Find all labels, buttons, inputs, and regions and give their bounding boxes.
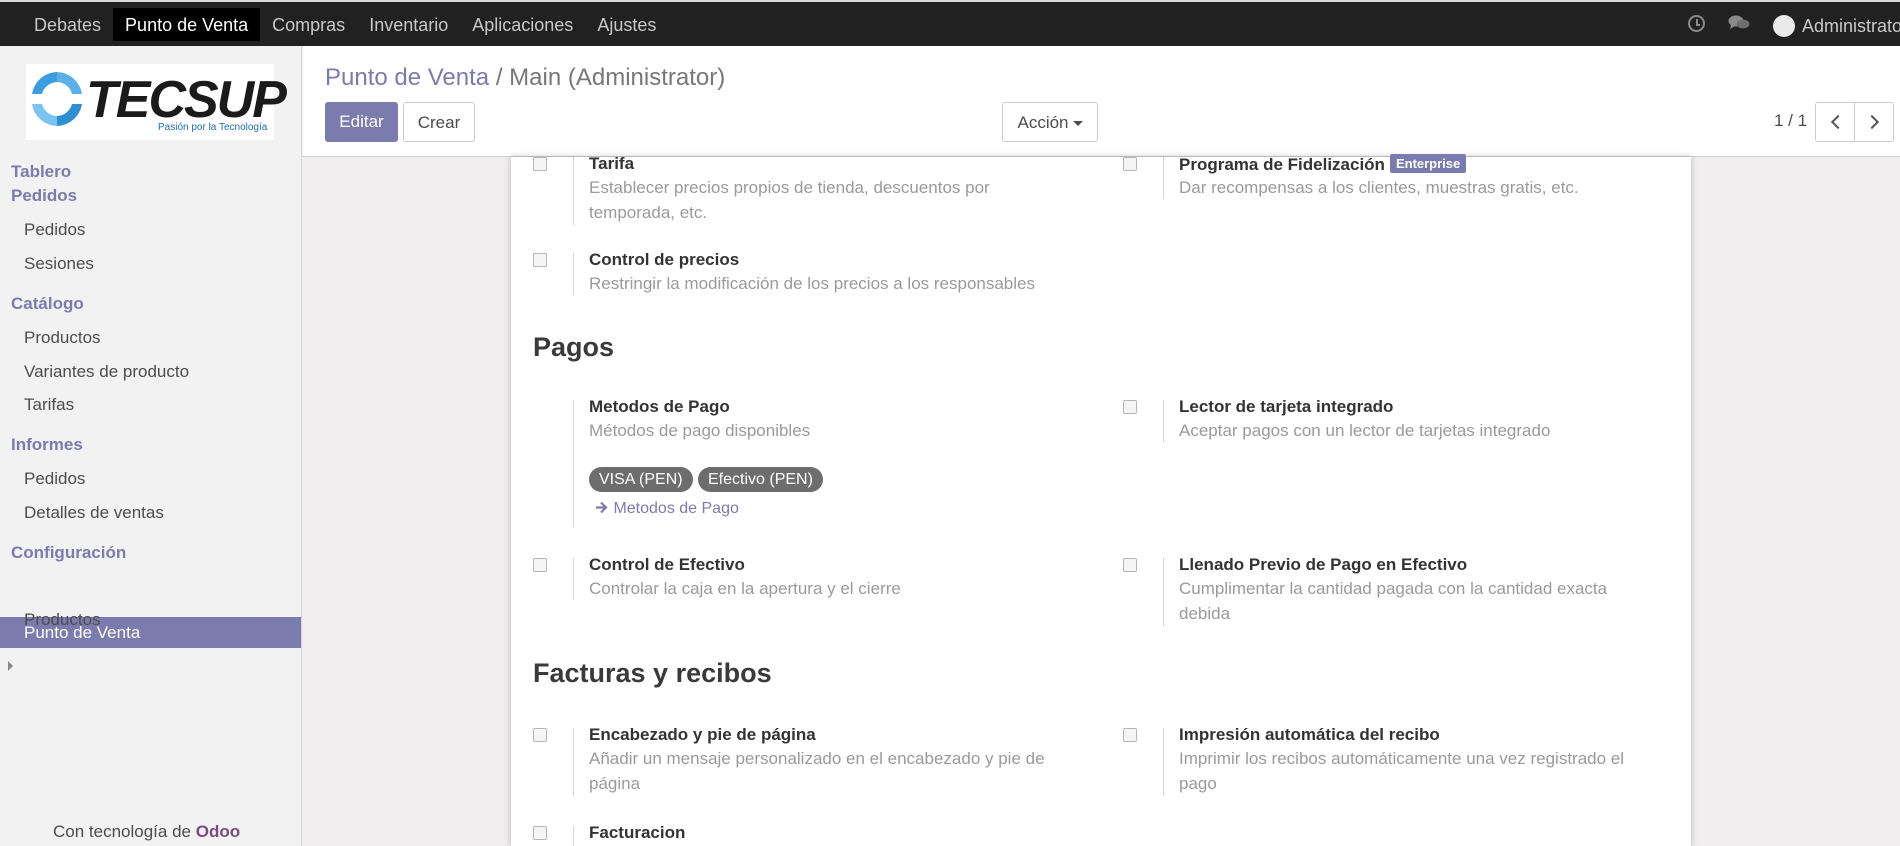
enterprise-badge: Enterprise (1389, 154, 1467, 173)
setting-divider (1163, 728, 1164, 796)
setting-description: Métodos de pago disponibles (589, 421, 811, 440)
sidebar-section-informes[interactable]: Informes (11, 435, 83, 455)
setting-description: Cumplimentar la cantidad pagada con la c… (1179, 579, 1608, 623)
setting-divider (573, 558, 574, 600)
sidebar-item-productos[interactable]: Productos (24, 328, 101, 348)
setting-title: Encabezado y pie de página (589, 725, 816, 744)
odoo-link[interactable]: Odoo (196, 822, 240, 841)
payment-tag-efectivo[interactable]: Efectivo (PEN) (698, 467, 823, 492)
link-label: Metodos de Pago (613, 500, 739, 517)
action-dropdown[interactable]: Acción (1002, 102, 1098, 142)
menu-debates[interactable]: Debates (22, 8, 113, 41)
sidebar-section-configuracion[interactable]: Configuración (11, 543, 126, 563)
top-navbar: Debates Punto de Venta Compras Inventari… (0, 0, 1900, 46)
company-logo: TECSUP Pasión por la Tecnología (26, 64, 287, 140)
menu-ajustes[interactable]: Ajustes (585, 8, 668, 41)
payment-methods-link[interactable]: Metodos de Pago (595, 500, 739, 518)
price-control-checkbox[interactable] (533, 253, 547, 267)
menu-compras[interactable]: Compras (260, 8, 357, 41)
setting-title: Control de Efectivo (589, 555, 745, 574)
chevron-right-icon (1864, 114, 1880, 130)
user-menu[interactable]: Administrator (1802, 16, 1900, 37)
payment-tag-visa[interactable]: VISA (PEN) (589, 467, 693, 492)
caret-down-icon (1072, 121, 1083, 127)
logo-tagline: Pasión por la Tecnología (158, 122, 268, 133)
sidebar-item-tarifas[interactable]: Tarifas (24, 395, 74, 415)
setting-divider (1163, 400, 1164, 442)
breadcrumb-punto-de-venta[interactable]: Punto de Venta (325, 64, 489, 91)
expand-caret-icon[interactable] (8, 661, 13, 671)
setting-divider (573, 728, 574, 796)
pager-value[interactable]: 1 / 1 (1774, 111, 1807, 131)
setting-title: Lector de tarjeta integrado (1179, 397, 1394, 416)
setting-description: Establecer precios propios de tienda, de… (589, 178, 990, 222)
sidebar-item-pedidos[interactable]: Pedidos (24, 220, 85, 240)
setting-title: Metodos de Pago (589, 397, 730, 416)
pager-next-button[interactable] (1854, 102, 1894, 142)
sidebar-section-catalogo[interactable]: Catálogo (11, 294, 84, 314)
setting-title: Control de precios (589, 250, 740, 269)
sidebar-section-pedidos[interactable]: Pedidos (11, 186, 77, 206)
section-title-pagos: Pagos (533, 332, 615, 362)
sidebar: TECSUP Pasión por la Tecnología Tablero … (0, 46, 302, 846)
user-avatar[interactable] (1773, 15, 1795, 37)
setting-title-text: Programa de Fidelización (1179, 155, 1385, 174)
menu-aplicaciones[interactable]: Aplicaciones (460, 8, 585, 41)
chevron-left-icon (1830, 114, 1846, 130)
auto-print-checkbox[interactable] (1123, 728, 1137, 742)
card-reader-checkbox[interactable] (1123, 400, 1137, 414)
arrow-right-icon (596, 501, 608, 514)
app-menu: Debates Punto de Venta Compras Inventari… (22, 8, 668, 41)
sidebar-item-variantes[interactable]: Variantes de producto (24, 362, 189, 382)
control-panel: Punto de Venta / Main (Administrator) Ed… (303, 46, 1900, 157)
setting-title: Impresión automática del recibo (1179, 725, 1440, 744)
logo-wordmark: TECSUP (86, 71, 287, 129)
breadcrumb-current: Main (Administrator) (509, 64, 726, 91)
header-footer-checkbox[interactable] (533, 728, 547, 742)
cash-control-checkbox[interactable] (533, 558, 547, 572)
pager-previous-button[interactable] (1815, 102, 1855, 142)
loyalty-checkbox[interactable] (1123, 157, 1137, 171)
cash-prefill-checkbox[interactable] (1123, 558, 1137, 572)
setting-description: Controlar la caja en la apertura y el ci… (589, 579, 901, 598)
sidebar-item-tablero[interactable]: Tablero (11, 162, 71, 182)
activity-clock-icon[interactable] (1688, 15, 1705, 32)
sidebar-item-config-productos[interactable]: Productos (24, 610, 101, 630)
settings-sheet: Tarifa Establecer precios propios de tie… (511, 154, 1691, 846)
setting-description: Añadir un mensaje personalizado en el en… (589, 749, 1045, 793)
section-title-facturas: Facturas y recibos (533, 658, 772, 688)
edit-button[interactable]: Editar (325, 102, 398, 142)
setting-divider (573, 400, 574, 527)
setting-title: Facturacion (589, 823, 686, 842)
action-label: Acción (1017, 113, 1069, 132)
setting-title: Llenado Previo de Pago en Efectivo (1179, 555, 1468, 574)
setting-divider (1163, 157, 1164, 199)
breadcrumb-separator: / (495, 64, 503, 91)
powered-by: Con tecnología de Odoo (53, 822, 240, 842)
setting-divider (1163, 558, 1164, 626)
sidebar-item-detalles-ventas[interactable]: Detalles de ventas (24, 503, 164, 523)
sidebar-item-informe-pedidos[interactable]: Pedidos (24, 469, 85, 489)
setting-title: Programa de Fidelización Enterprise (1179, 154, 1467, 175)
create-button[interactable]: Crear (403, 102, 475, 142)
powered-by-text: Con tecnología de (53, 822, 191, 841)
setting-divider (573, 253, 574, 295)
setting-divider (573, 157, 574, 225)
logo-arrows-icon (32, 72, 82, 126)
menu-inventario[interactable]: Inventario (357, 8, 460, 41)
menu-punto-de-venta[interactable]: Punto de Venta (113, 8, 261, 41)
setting-description: Aceptar pagos con un lector de tarjetas … (1179, 421, 1551, 440)
setting-divider (573, 826, 574, 846)
setting-title: Tarifa (589, 154, 635, 173)
setting-description: Imprimir los recibos automáticamente una… (1179, 749, 1625, 793)
invoicing-checkbox[interactable] (533, 826, 547, 840)
breadcrumb: Punto de Venta / Main (Administrator) (325, 64, 725, 92)
pricelist-checkbox[interactable] (533, 157, 547, 171)
chat-bubbles-icon[interactable] (1728, 14, 1750, 32)
setting-description: Restringir la modificación de los precio… (589, 274, 1035, 293)
setting-description: Dar recompensas a los clientes, muestras… (1179, 178, 1579, 197)
sidebar-item-sesiones[interactable]: Sesiones (24, 254, 94, 274)
